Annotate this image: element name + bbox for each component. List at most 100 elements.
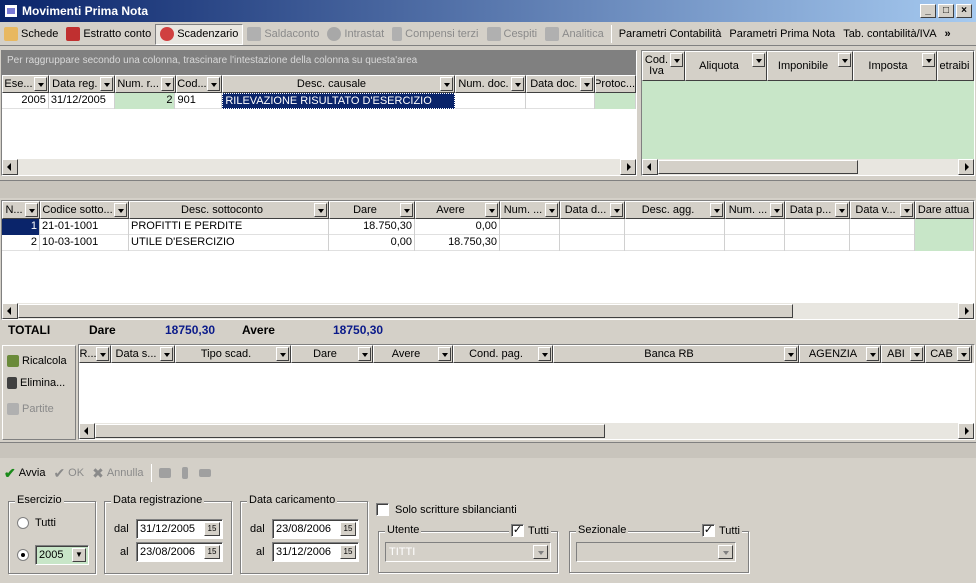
checkbox-icon[interactable]: [376, 503, 389, 516]
col-filter-dropdown[interactable]: [922, 53, 935, 67]
cell-empty[interactable]: [560, 235, 625, 251]
cell-cod[interactable]: 901: [175, 93, 223, 109]
col-dare[interactable]: Dare: [329, 201, 415, 219]
sezionale-select[interactable]: [576, 542, 736, 562]
col-cab[interactable]: CAB: [925, 345, 972, 363]
forward-button[interactable]: [195, 463, 218, 484]
chevron-down-icon[interactable]: [533, 545, 548, 559]
col-filter-dropdown[interactable]: [710, 203, 723, 217]
col-filter-dropdown[interactable]: [485, 203, 498, 217]
col-codice-sottoconto[interactable]: Codice sotto...: [40, 201, 129, 219]
cell-empty[interactable]: [500, 219, 560, 235]
cell-empty[interactable]: [850, 235, 915, 251]
cell-empty[interactable]: [625, 219, 725, 235]
scroll-right-button[interactable]: [958, 423, 974, 439]
detail-hscrollbar[interactable]: [2, 303, 974, 319]
toolbar-overflow-chevron-icon[interactable]: »: [941, 24, 955, 45]
cell-data-doc[interactable]: [526, 93, 596, 109]
col-avere[interactable]: Avere: [373, 345, 453, 363]
col-filter-dropdown[interactable]: [770, 203, 783, 217]
move-up-button[interactable]: [155, 463, 178, 484]
cell-empty[interactable]: [560, 219, 625, 235]
col-desc-agg[interactable]: Desc. agg.: [625, 201, 725, 219]
compensi-terzi-button[interactable]: Compensi terzi: [388, 24, 482, 45]
col-filter-dropdown[interactable]: [207, 77, 221, 91]
col-filter-dropdown[interactable]: [96, 347, 109, 361]
col-filter-dropdown[interactable]: [835, 203, 848, 217]
col-filter-dropdown[interactable]: [866, 347, 879, 361]
sezionale-tutti-checkbox[interactable]: ✓ Tutti: [700, 524, 742, 537]
table-row[interactable]: 2 10-03-1001 UTILE D'ESERCIZIO 0,00 18.7…: [2, 235, 974, 251]
col-filter-dropdown[interactable]: [358, 347, 371, 361]
col-filter-dropdown[interactable]: [957, 347, 970, 361]
scadenzario-button[interactable]: Scadenzario: [155, 23, 244, 45]
col-cod-iva[interactable]: Cod. Iva: [642, 51, 685, 81]
cespiti-button[interactable]: Cespiti: [483, 24, 542, 45]
splitter[interactable]: [0, 180, 976, 198]
col-data-v[interactable]: Data v...: [850, 201, 915, 219]
scroll-right-button[interactable]: [958, 159, 974, 175]
radio-icon[interactable]: [17, 517, 29, 529]
ok-button[interactable]: ✔ OK: [49, 463, 88, 484]
cell-protocollo[interactable]: [595, 93, 636, 109]
col-num-reg[interactable]: Num. r...: [114, 75, 176, 93]
avvia-button[interactable]: ✔ Avvia: [0, 463, 49, 484]
col-filter-dropdown[interactable]: [670, 53, 683, 67]
col-filter-dropdown[interactable]: [900, 203, 913, 217]
col-filter-dropdown[interactable]: [511, 77, 525, 91]
cell-empty[interactable]: [850, 219, 915, 235]
cell-empty[interactable]: [625, 235, 725, 251]
col-avere[interactable]: Avere: [415, 201, 500, 219]
col-r[interactable]: R...: [79, 345, 111, 363]
tab-contabilita-iva-button[interactable]: Tab. contabilità/IVA: [839, 24, 940, 45]
col-filter-dropdown[interactable]: [314, 203, 327, 217]
scadenze-hscrollbar[interactable]: [79, 423, 974, 439]
col-filter-dropdown[interactable]: [439, 77, 453, 91]
parametri-prima-nota-button[interactable]: Parametri Prima Nota: [725, 24, 839, 45]
col-data-doc[interactable]: Data doc.: [526, 75, 596, 93]
col-protocollo[interactable]: Protoc...: [595, 75, 636, 93]
data-reg-dal-input[interactable]: 31/12/2005 15: [136, 519, 223, 539]
col-data-d[interactable]: Data d...: [560, 201, 625, 219]
col-filter-dropdown[interactable]: [910, 347, 923, 361]
cell-empty[interactable]: [500, 235, 560, 251]
ricalcola-button[interactable]: Ricalcola: [3, 350, 75, 372]
col-filter-dropdown[interactable]: [114, 203, 127, 217]
move-down-button[interactable]: [178, 463, 195, 484]
col-dare[interactable]: Dare: [291, 345, 373, 363]
group-by-area[interactable]: Per raggruppare secondo una colonna, tra…: [2, 51, 636, 75]
utente-tutti-checkbox[interactable]: ✓ Tutti: [509, 524, 551, 537]
col-filter-dropdown[interactable]: [752, 53, 765, 67]
calendar-icon[interactable]: 15: [340, 522, 356, 536]
checkbox-icon[interactable]: ✓: [702, 524, 715, 537]
table-row[interactable]: 2005 31/12/2005 2 901 RILEVAZIONE RISULT…: [2, 93, 636, 109]
cell-dare-attuale[interactable]: [915, 235, 974, 251]
sbilanciate-checkbox[interactable]: Solo scritture sbilancianti: [376, 503, 517, 516]
cell-esercizio[interactable]: 2005: [2, 93, 49, 109]
data-car-dal-input[interactable]: 23/08/2006 15: [272, 519, 359, 539]
col-data-reg[interactable]: Data reg.: [48, 75, 115, 93]
cell-codice[interactable]: 21-01-1001: [40, 219, 129, 235]
chevron-down-icon[interactable]: [718, 545, 733, 559]
scroll-left-button[interactable]: [79, 423, 95, 439]
col-filter-dropdown[interactable]: [610, 203, 623, 217]
checkbox-icon[interactable]: ✓: [511, 524, 524, 537]
col-imponibile[interactable]: Imponibile: [767, 51, 853, 81]
col-num-2[interactable]: Num. ...: [725, 201, 785, 219]
cell-codice[interactable]: 10-03-1001: [40, 235, 129, 251]
col-dare-attuale[interactable]: Dare attua: [915, 201, 974, 219]
iva-hscrollbar[interactable]: [642, 159, 974, 175]
schede-button[interactable]: Schede: [0, 24, 62, 45]
col-n[interactable]: N...: [2, 201, 40, 219]
col-filter-dropdown[interactable]: [400, 203, 413, 217]
col-filter-dropdown[interactable]: [99, 77, 113, 91]
col-filter-dropdown[interactable]: [580, 77, 594, 91]
saldaconto-button[interactable]: Saldaconto: [243, 24, 323, 45]
chevron-down-icon[interactable]: ▼: [72, 548, 86, 562]
cell-empty[interactable]: [725, 235, 785, 251]
scroll-left-button[interactable]: [2, 159, 18, 175]
col-aliquota[interactable]: Aliquota: [685, 51, 767, 81]
data-car-al-input[interactable]: 31/12/2006 15: [272, 542, 359, 562]
scroll-right-button[interactable]: [620, 159, 636, 175]
cell-num-doc[interactable]: [455, 93, 527, 109]
